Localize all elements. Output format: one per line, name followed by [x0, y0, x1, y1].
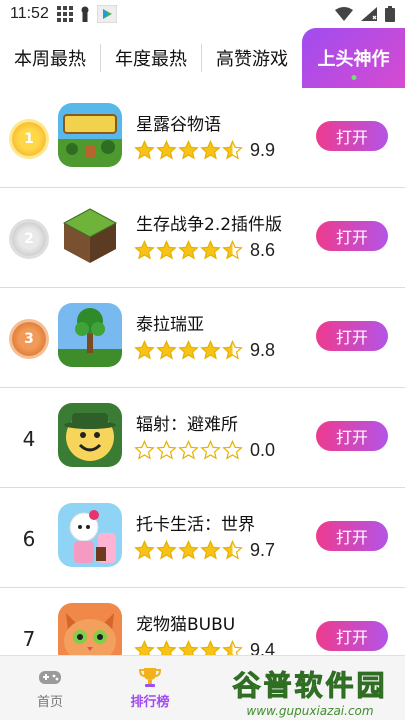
- tab-addictive-masterpieces[interactable]: 上头神作: [302, 28, 405, 88]
- grid-icon: [56, 6, 73, 22]
- star-half-icon: [222, 240, 243, 260]
- app-name: 生存战争2.2插件版: [136, 215, 283, 235]
- star-empty-icon: [200, 440, 221, 460]
- app-name: 辐射：避难所: [136, 415, 238, 435]
- keyhole-icon: [81, 6, 89, 22]
- gold-medal-icon: 1: [12, 122, 46, 156]
- star-full-icon: [178, 140, 199, 160]
- star-full-icon: [178, 340, 199, 360]
- rank-badge: 2: [10, 220, 48, 258]
- status-notification-icons: [56, 5, 117, 23]
- play-store-icon: [96, 5, 117, 23]
- watermark-title: 谷普软件园: [232, 669, 388, 703]
- bronze-medal-icon: 3: [12, 322, 46, 356]
- toca-life-icon[interactable]: [58, 503, 122, 567]
- star-full-icon: [156, 140, 177, 160]
- list-item[interactable]: 3 泰拉瑞亚 9.8 打开: [0, 288, 405, 388]
- rank-badge: 3: [10, 320, 48, 358]
- gamepad-icon: [39, 670, 61, 684]
- star-full-icon: [134, 240, 155, 260]
- rank-number: 2: [24, 231, 34, 247]
- star-empty-icon: [222, 440, 243, 460]
- star-empty-icon: [134, 440, 155, 460]
- star-half-icon: [222, 140, 243, 160]
- nav-label: 排行榜: [130, 694, 170, 710]
- list-item[interactable]: 4 辐射：避难所 0.0 打开: [0, 388, 405, 488]
- survivalcraft-icon[interactable]: [58, 203, 122, 267]
- star-rating: 8.6: [134, 240, 275, 261]
- open-button[interactable]: 打开: [316, 121, 388, 151]
- rank-number: 6: [22, 527, 36, 551]
- star-full-icon: [200, 140, 221, 160]
- rating-value: 9.8: [250, 340, 276, 360]
- open-button[interactable]: 打开: [316, 221, 388, 251]
- active-tab-indicator: [351, 75, 356, 80]
- open-button[interactable]: 打开: [316, 321, 388, 351]
- stardew-valley-icon[interactable]: [58, 103, 122, 167]
- star-rating: 9.8: [134, 340, 275, 361]
- fallout-shelter-icon[interactable]: [58, 403, 122, 467]
- rank-number: 1: [24, 131, 34, 147]
- star-full-icon: [200, 240, 221, 260]
- star-full-icon: [134, 140, 155, 160]
- star-full-icon: [156, 240, 177, 260]
- star-full-icon: [200, 540, 221, 560]
- rating-value: 0.0: [250, 440, 276, 460]
- star-half-icon: [222, 540, 243, 560]
- star-empty-icon: [156, 440, 177, 460]
- rank-number: 4: [22, 427, 36, 451]
- nav-home[interactable]: 首页: [0, 656, 100, 720]
- star-full-icon: [200, 340, 221, 360]
- list-item[interactable]: 6 托卡生活：世界 9.7 打开: [0, 488, 405, 588]
- star-rating: 9.9: [134, 140, 275, 161]
- star-full-icon: [134, 340, 155, 360]
- rank-badge: 1: [10, 120, 48, 158]
- tab-label: 上头神作: [317, 49, 390, 70]
- open-button[interactable]: 打开: [316, 621, 388, 651]
- star-full-icon: [134, 540, 155, 560]
- tab-label: 年度最热: [115, 49, 187, 70]
- app-name: 星露谷物语: [136, 115, 221, 135]
- tab-label: 高赞游戏: [216, 49, 288, 70]
- star-full-icon: [178, 540, 199, 560]
- list-item[interactable]: 1 星露谷物语 9.9 打开: [0, 88, 405, 188]
- watermark-url: www.gupuxiazai.com: [246, 704, 374, 718]
- app-name: 托卡生活：世界: [136, 515, 255, 535]
- ranking-list: 1 星露谷物语 9.9 打开 2 生存战争2.2插件版 8.6 打开 3 泰拉瑞: [0, 88, 405, 688]
- battery-icon: [385, 6, 395, 22]
- trophy-icon: [138, 667, 162, 687]
- star-half-icon: [222, 340, 243, 360]
- watermark-logo: 谷普软件园 www.gupuxiazai.com: [215, 662, 405, 720]
- star-full-icon: [156, 540, 177, 560]
- star-empty-icon: [178, 440, 199, 460]
- nav-ranking[interactable]: 排行榜: [100, 656, 200, 720]
- terraria-icon[interactable]: [58, 303, 122, 367]
- wifi-icon: [335, 7, 353, 21]
- tab-top-rated[interactable]: 高赞游戏: [202, 28, 302, 88]
- star-rating: 0.0: [134, 440, 275, 461]
- silver-medal-icon: 2: [12, 222, 46, 256]
- status-time: 11:52: [10, 5, 49, 22]
- rating-value: 8.6: [250, 240, 276, 260]
- tab-label: 本周最热: [14, 49, 86, 70]
- tab-yearly-hot[interactable]: 年度最热: [101, 28, 201, 88]
- open-button[interactable]: 打开: [316, 421, 388, 451]
- tab-weekly-hot[interactable]: 本周最热: [0, 28, 100, 88]
- rank-number: 3: [24, 331, 34, 347]
- category-tabs: 本周最热 年度最热 高赞游戏 上头神作: [0, 28, 405, 88]
- status-system-icons: [335, 6, 395, 22]
- star-rating: 9.7: [134, 540, 275, 561]
- rating-value: 9.7: [250, 540, 276, 560]
- app-name: 宠物猫BUBU: [136, 615, 236, 635]
- list-item[interactable]: 2 生存战争2.2插件版 8.6 打开: [0, 188, 405, 288]
- star-full-icon: [156, 340, 177, 360]
- app-name: 泰拉瑞亚: [136, 315, 204, 335]
- nav-label: 首页: [36, 694, 63, 710]
- star-full-icon: [178, 240, 199, 260]
- rank-number: 7: [22, 627, 36, 651]
- signal-icon: [361, 7, 377, 21]
- rating-value: 9.9: [250, 140, 276, 160]
- status-bar: 11:52: [0, 0, 405, 28]
- open-button[interactable]: 打开: [316, 521, 388, 551]
